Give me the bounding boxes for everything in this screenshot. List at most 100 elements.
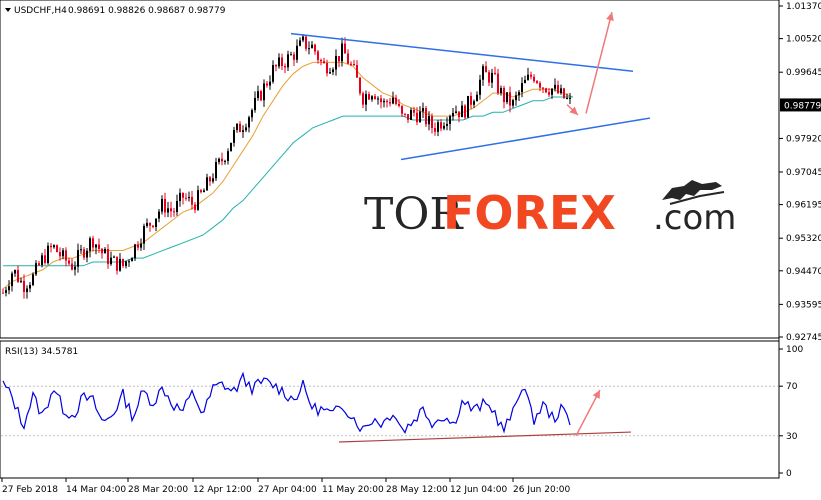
candle-body (74, 266, 76, 270)
candle-body (170, 208, 172, 212)
candle-body (338, 56, 340, 62)
candle-body (209, 177, 211, 182)
candle-body (569, 97, 571, 99)
candle-body (524, 79, 526, 84)
candle-body (347, 53, 349, 64)
candle-body (113, 256, 115, 258)
candle-body (38, 263, 40, 265)
time-tick-label: 27 Feb 2018 (2, 485, 58, 495)
candle-body (71, 263, 73, 270)
candle-body (26, 288, 28, 293)
candle-body (65, 250, 67, 261)
candle-body (101, 248, 103, 254)
candle-body (314, 44, 316, 52)
time-tick-label: 26 Jun 20:00 (513, 485, 570, 495)
candle-body (251, 110, 253, 118)
candle-body (356, 65, 358, 78)
candle-body (374, 96, 376, 100)
candle-body (527, 74, 529, 80)
candle-body (128, 261, 130, 263)
candle-body (41, 255, 43, 265)
candle-body (284, 66, 286, 68)
chart-window[interactable]: TOR FOREX .com USDCHF,H4 0.98691 0.98826… (0, 0, 821, 500)
candle-body (554, 84, 556, 89)
candle-body (536, 81, 538, 83)
candle-body (503, 87, 505, 103)
candle-body (326, 63, 328, 74)
candle-body (476, 94, 478, 102)
candle-body (482, 66, 484, 80)
candle-body (410, 109, 412, 120)
candle-body (221, 158, 223, 162)
price-tick-label: 1.00520 (786, 35, 821, 45)
candle-body (368, 94, 370, 100)
candle-body (134, 244, 136, 259)
candle-body (566, 97, 568, 99)
candle-body (440, 122, 442, 129)
candle-body (473, 101, 475, 105)
candle-body (512, 100, 514, 106)
price-tick-label: 0.96195 (786, 201, 821, 211)
candle-body (35, 263, 37, 275)
candle-body (431, 116, 433, 128)
candle-body (362, 93, 364, 105)
candle-body (236, 123, 238, 131)
candle-body (329, 72, 331, 74)
candle-body (443, 125, 445, 129)
candle-body (86, 250, 88, 258)
candle-body (458, 111, 460, 118)
price-tick-label: 0.95320 (786, 234, 821, 244)
rsi-tick-label: 30 (786, 432, 798, 442)
time-tick-label: 28 May 12:00 (386, 485, 448, 495)
candle-body (299, 40, 301, 46)
candle-body (467, 96, 469, 118)
candle-body (275, 65, 277, 67)
candle-body (161, 198, 163, 212)
candle-body (416, 112, 418, 123)
rsi-tick-label: 100 (786, 345, 803, 355)
candle-body (140, 243, 142, 248)
candle-body (479, 79, 481, 95)
price-chart[interactable]: TOR FOREX .com USDCHF,H4 0.98691 0.98826… (0, 0, 821, 500)
candle-body (266, 83, 268, 86)
candle-body (17, 269, 19, 282)
candle-body (11, 273, 13, 287)
time-axis: 27 Feb 2018 14 Mar 04:00 28 Mar 20:00 12 Ap… (1, 478, 570, 495)
candle-body (401, 105, 403, 114)
candle-body (560, 88, 562, 94)
candle-body (530, 74, 532, 77)
candle-body (137, 244, 139, 248)
candle-body (461, 105, 463, 118)
candle-body (20, 280, 22, 282)
candle-body (215, 162, 217, 179)
candle-body (455, 111, 457, 113)
candle-body (8, 286, 10, 291)
candle-body (98, 244, 100, 249)
candle-body (155, 218, 157, 227)
candle-body (317, 51, 319, 60)
candle-body (332, 69, 334, 73)
candle-body (302, 36, 304, 41)
candle-body (239, 123, 241, 133)
candle-body (218, 158, 220, 163)
candle-body (452, 112, 454, 117)
candle-body (248, 117, 250, 128)
time-tick-label: 14 Mar 04:00 (66, 485, 126, 495)
candle-body (515, 95, 517, 101)
time-tick-label: 11 May 20:00 (322, 485, 384, 495)
candle-body (518, 92, 520, 96)
candle-body (497, 73, 499, 93)
candle-body (47, 245, 49, 264)
candle-body (212, 178, 214, 182)
candle-body (191, 197, 193, 205)
price-axis: 1.01370 1.00520 0.99645 0.98779 0.97920 0.970… (779, 2, 821, 343)
candle-body (464, 105, 466, 118)
candle-body (500, 87, 502, 93)
candle-body (542, 87, 544, 89)
candle-body (488, 72, 490, 83)
candle-body (206, 177, 208, 191)
candle-body (146, 222, 148, 226)
candle-body (104, 248, 106, 254)
candle-body (422, 108, 424, 112)
candle-body (290, 54, 292, 56)
